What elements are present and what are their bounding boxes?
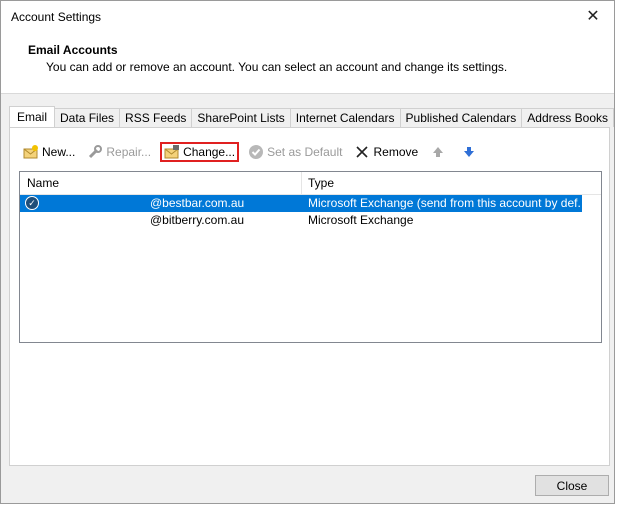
account-name: @bitberry.com.au [150, 213, 244, 227]
change-account-icon [164, 144, 180, 160]
new-account-icon [23, 144, 39, 160]
remove-account-button[interactable]: Remove [351, 142, 421, 162]
accounts-list: Name Type ✓ @bestbar.com.au Microsoft Ex… [19, 171, 602, 343]
move-down-button[interactable] [458, 142, 483, 162]
close-button[interactable]: Close [535, 475, 609, 496]
type-column-header[interactable]: Type [302, 172, 334, 194]
header-title: Email Accounts [28, 43, 118, 57]
email-tab-panel: New... Repair... Change... Set as Defaul… [9, 127, 610, 466]
set-as-default-label: Set as Default [267, 145, 343, 159]
account-type: Microsoft Exchange (send from this accou… [308, 196, 580, 210]
arrow-down-icon [461, 144, 477, 160]
account-settings-dialog: Account Settings ✕ Email Accounts You ca… [0, 0, 615, 504]
tab-rss-feeds[interactable]: RSS Feeds [119, 108, 193, 127]
window-title: Account Settings [11, 10, 102, 24]
accounts-toolbar: New... Repair... Change... Set as Defaul… [20, 142, 489, 162]
remove-label: Remove [373, 145, 419, 159]
header-subtitle: You can add or remove an account. You ca… [46, 60, 508, 74]
repair-button[interactable]: Repair... [84, 142, 154, 162]
remove-x-icon [354, 144, 370, 160]
account-name: @bestbar.com.au [150, 196, 245, 210]
new-account-label: New... [42, 145, 76, 159]
arrow-up-icon [430, 144, 446, 160]
account-type: Microsoft Exchange [308, 213, 414, 227]
tab-published-calendars[interactable]: Published Calendars [399, 108, 523, 127]
account-row[interactable]: ✓ @bestbar.com.au Microsoft Exchange (se… [20, 195, 582, 212]
name-column-header[interactable]: Name [20, 172, 302, 194]
tab-sharepoint-lists[interactable]: SharePoint Lists [191, 108, 291, 127]
tab-email[interactable]: Email [9, 106, 56, 127]
tab-data-files[interactable]: Data Files [54, 108, 121, 127]
new-account-button[interactable]: New... [20, 142, 78, 162]
repair-wrench-icon [87, 144, 103, 160]
set-as-default-button[interactable]: Set as Default [245, 142, 345, 162]
check-circle-icon [248, 144, 264, 160]
repair-label: Repair... [106, 145, 152, 159]
change-account-label: Change... [183, 145, 236, 159]
account-row[interactable]: @bitberry.com.au Microsoft Exchange [20, 212, 582, 229]
dialog-header: Email Accounts You can add or remove an … [1, 33, 614, 94]
default-account-check-icon: ✓ [25, 196, 39, 210]
tab-internet-calendars[interactable]: Internet Calendars [289, 108, 401, 127]
tab-strip: Email Data Files RSS Feeds SharePoint Li… [9, 106, 614, 128]
move-up-button[interactable] [427, 142, 452, 162]
change-account-button[interactable]: Change... [160, 142, 240, 162]
close-window-icon[interactable]: ✕ [582, 5, 604, 27]
title-bar: Account Settings ✕ [1, 1, 614, 33]
tab-address-books[interactable]: Address Books [521, 108, 614, 127]
list-header: Name Type [20, 172, 601, 195]
